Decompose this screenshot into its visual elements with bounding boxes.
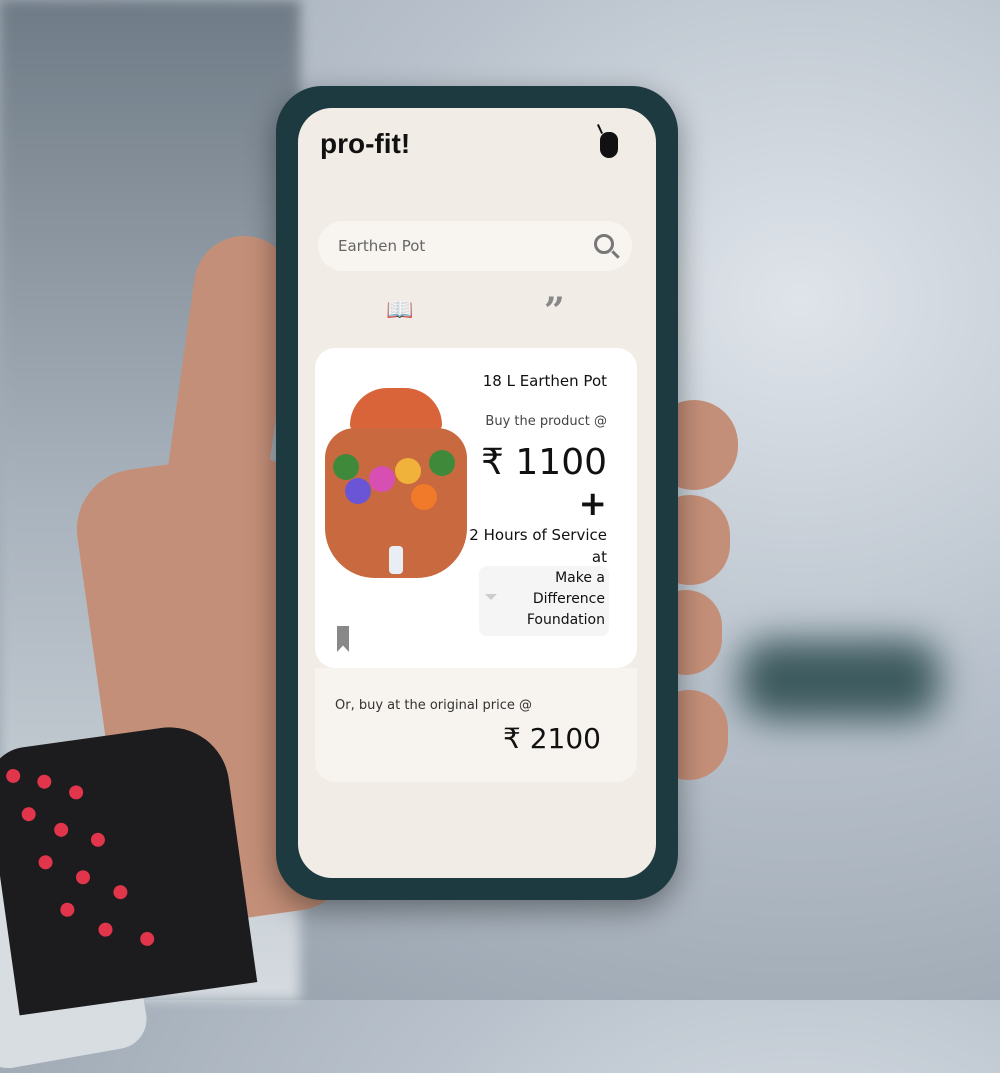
organization-name: Make a Difference Foundation xyxy=(526,570,605,628)
original-price: ₹ 2100 xyxy=(503,722,601,755)
quote-icon[interactable]: ” xyxy=(544,290,565,332)
search-icon[interactable] xyxy=(594,234,614,254)
watch-strap xyxy=(0,719,258,1016)
search-bar[interactable]: Earthen Pot xyxy=(318,221,632,271)
plus-sign: + xyxy=(578,484,608,524)
original-price-label: Or, buy at the original price @ xyxy=(335,698,533,713)
service-text: 2 Hours of Service at xyxy=(469,526,607,566)
phone-screen: pro-fit! Earthen Pot 📖 ” 18 L Earthen Po… xyxy=(298,108,656,878)
background-blur xyxy=(740,640,940,720)
discounted-price: ₹ 1100 xyxy=(481,442,607,483)
product-image xyxy=(325,388,467,578)
search-input[interactable]: Earthen Pot xyxy=(338,237,425,255)
book-open-icon[interactable]: 📖 xyxy=(386,298,413,323)
chevron-down-icon xyxy=(485,594,497,600)
organization-dropdown[interactable]: Make a Difference Foundation xyxy=(479,566,609,636)
buy-label: Buy the product @ xyxy=(485,414,607,429)
original-price-card[interactable]: Or, buy at the original price @ ₹ 2100 xyxy=(315,668,637,782)
product-title: 18 L Earthen Pot xyxy=(482,372,607,390)
mouse-icon[interactable] xyxy=(600,132,618,158)
bookmark-icon[interactable] xyxy=(337,626,349,652)
app-logo: pro-fit! xyxy=(320,128,411,159)
product-card[interactable]: 18 L Earthen Pot Buy the product @ ₹ 110… xyxy=(315,348,637,668)
